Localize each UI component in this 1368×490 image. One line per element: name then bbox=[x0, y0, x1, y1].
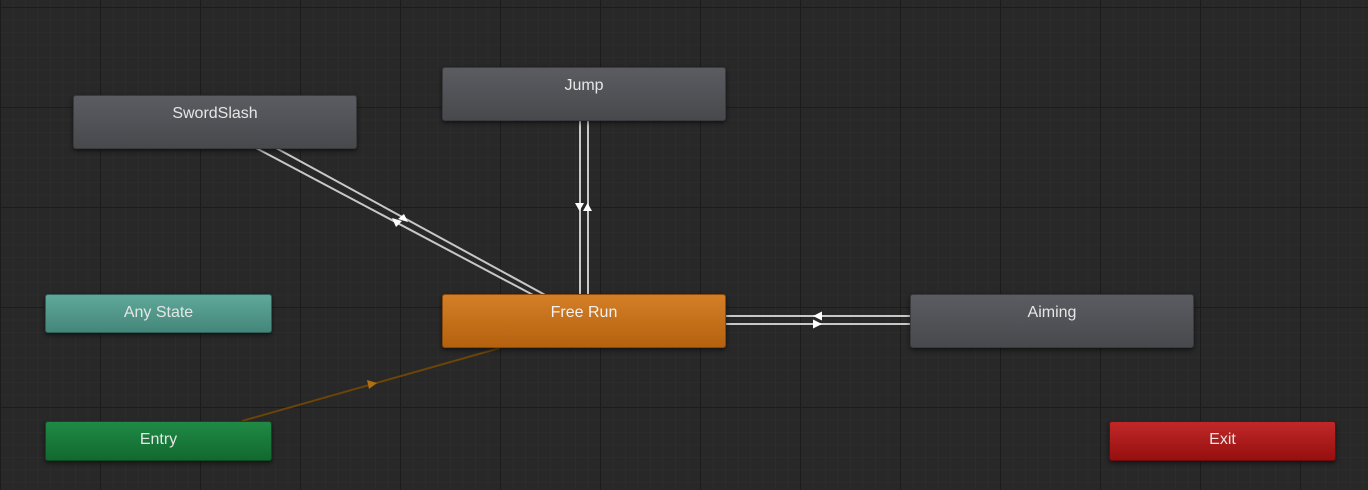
state-exit[interactable]: Exit bbox=[1109, 421, 1336, 461]
state-jump[interactable]: Jump bbox=[442, 67, 726, 121]
transition-entry-freerun[interactable] bbox=[241, 347, 501, 422]
transition-swordslash-freerun[interactable] bbox=[255, 147, 548, 297]
arrow-entry-to-freerun-icon bbox=[367, 380, 377, 389]
arrow-jump-to-freerun-icon bbox=[575, 203, 584, 211]
state-swordslash[interactable]: SwordSlash bbox=[73, 95, 357, 149]
state-label: SwordSlash bbox=[172, 105, 258, 122]
state-free-run[interactable]: Free Run bbox=[442, 294, 726, 348]
state-label: Entry bbox=[139, 431, 178, 448]
state-label: Exit bbox=[1209, 431, 1236, 448]
animator-graph-canvas[interactable]: SwordSlash Jump Any State Free Run Aimin… bbox=[0, 0, 1368, 490]
arrow-freerun-to-aiming-icon bbox=[813, 319, 822, 329]
transition-jump-freerun[interactable] bbox=[575, 121, 592, 295]
arrow-freerun-to-jump-icon bbox=[583, 203, 592, 211]
state-label: Free Run bbox=[550, 304, 618, 321]
state-aiming[interactable]: Aiming bbox=[910, 294, 1194, 348]
state-any-state[interactable]: Any State bbox=[45, 294, 272, 333]
state-label: Jump bbox=[564, 77, 604, 94]
arrow-aiming-to-freerun-icon bbox=[813, 311, 822, 321]
state-label: Any State bbox=[123, 304, 194, 321]
state-entry[interactable]: Entry bbox=[45, 421, 272, 461]
state-label: Aiming bbox=[1027, 304, 1077, 321]
transition-freerun-aiming[interactable] bbox=[726, 311, 910, 329]
